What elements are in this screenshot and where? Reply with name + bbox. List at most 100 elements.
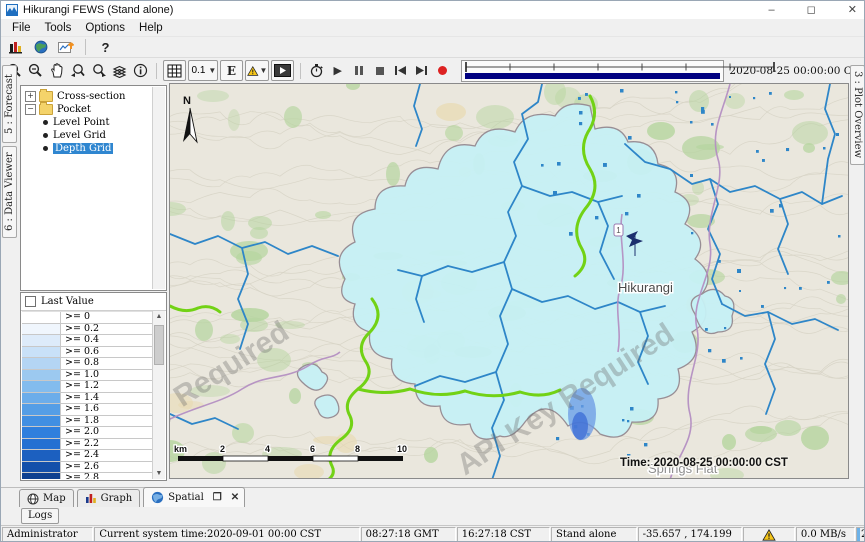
main-toolbar: ?	[1, 36, 865, 57]
node-bullet-icon	[43, 133, 48, 138]
scroll-up-icon[interactable]: ▲	[153, 313, 165, 320]
info-icon	[133, 63, 148, 78]
tree-scrollbar[interactable]	[152, 87, 165, 289]
legend-row[interactable]: >= 1.6	[22, 404, 153, 416]
legend-row[interactable]: >= 2.8	[22, 473, 153, 479]
help-button[interactable]: ?	[95, 38, 116, 57]
database-results-button[interactable]	[5, 38, 26, 57]
last-value-checkbox[interactable]	[25, 296, 36, 307]
close-button[interactable]: ✕	[845, 1, 860, 19]
graph-bars-icon	[85, 493, 97, 504]
stop-button[interactable]	[369, 61, 390, 80]
scroll-down-icon[interactable]: ▼	[153, 470, 165, 477]
record-button[interactable]	[432, 61, 453, 80]
legend-header: Last Value	[21, 293, 166, 311]
skip-start-icon	[394, 65, 407, 76]
legend-class-label: >= 0.6	[61, 347, 99, 358]
svg-text:8: 8	[355, 444, 360, 454]
class-break-dropdown[interactable]: 0.1 ▼	[188, 60, 218, 81]
legend-scrollbar[interactable]: ▲ ▼	[152, 311, 165, 479]
svg-text:N: N	[183, 95, 191, 107]
zoom-next-button[interactable]	[88, 61, 109, 80]
legend-row[interactable]: >= 0	[22, 312, 153, 324]
time-slider-ticks	[462, 61, 778, 73]
map-canvas[interactable]: 1 API Key Required API Key Required Hiku…	[169, 83, 849, 479]
collapse-icon[interactable]: −	[25, 104, 36, 115]
pan-button[interactable]	[46, 61, 67, 80]
longitudinal-profile-button[interactable]: E	[220, 60, 243, 81]
tree-item-pocket[interactable]: − Pocket	[25, 103, 166, 115]
animation-settings-button[interactable]	[306, 61, 327, 80]
menu-options[interactable]: Options	[78, 21, 132, 35]
legend-row[interactable]: >= 2.4	[22, 450, 153, 462]
expand-icon[interactable]: +	[25, 91, 36, 102]
pause-icon	[354, 65, 364, 76]
deep-water-core	[572, 412, 588, 440]
tree-item-cross-section[interactable]: + Cross-section	[25, 90, 166, 102]
zoom-previous-button[interactable]	[67, 61, 88, 80]
zoom-out-button[interactable]	[25, 61, 46, 80]
legend-class-label: >= 1.0	[61, 370, 99, 381]
stop-icon	[375, 66, 385, 76]
float-panel-icon[interactable]: ❐	[213, 492, 222, 503]
thresholds-dropdown[interactable]: ▼	[245, 60, 269, 81]
title-bar: Hikurangi FEWS (Stand alone) – ◻ ✕	[1, 1, 865, 19]
legend-color-swatch	[22, 473, 61, 479]
chevron-down-icon: ▼	[260, 66, 268, 75]
go-to-start-button[interactable]	[390, 61, 411, 80]
toolbar-separator	[156, 63, 157, 79]
legend-row[interactable]: >= 0.8	[22, 358, 153, 370]
play-icon: ▶	[334, 64, 342, 77]
legend-row[interactable]: >= 2.0	[22, 427, 153, 439]
open-map-button[interactable]	[30, 38, 51, 57]
tab-spatial[interactable]: Spatial ❐ ✕	[143, 487, 245, 507]
skip-end-icon	[415, 65, 428, 76]
wireframe-globe-icon	[27, 493, 39, 505]
status-network-rate: 0.0 MB/s	[796, 527, 855, 542]
classbreak-value: 0.1	[191, 65, 205, 76]
minimize-button[interactable]: –	[766, 1, 778, 19]
menu-tools[interactable]: Tools	[38, 21, 79, 35]
status-alerts[interactable]	[743, 527, 795, 542]
go-to-end-button[interactable]	[411, 61, 432, 80]
svg-text:km: km	[174, 444, 187, 454]
tree-item-level-point[interactable]: Level Point	[43, 116, 166, 128]
grid-display-button[interactable]	[163, 60, 186, 81]
info-button[interactable]	[130, 61, 151, 80]
close-panel-icon[interactable]: ✕	[231, 492, 239, 503]
status-bar: Administrator Current system time:2020-0…	[1, 525, 865, 542]
tab-forecast[interactable]: 5 : Forecast	[2, 65, 17, 143]
legend-class-label: >= 1.6	[61, 404, 99, 415]
chevron-down-icon: ▼	[208, 66, 216, 75]
window-title: Hikurangi FEWS (Stand alone)	[23, 4, 173, 16]
tab-map[interactable]: Map	[19, 489, 74, 507]
menu-file[interactable]: File	[5, 21, 38, 35]
legend-class-label: >= 0	[61, 312, 90, 323]
legend-row[interactable]: >= 0.4	[22, 335, 153, 347]
legend-color-swatch	[22, 450, 61, 461]
legend-title: Last Value	[41, 296, 94, 307]
layers-button[interactable]	[109, 61, 130, 80]
tree-item-level-grid[interactable]: Level Grid	[43, 129, 166, 141]
svg-text:10: 10	[397, 444, 407, 454]
grid-icon	[167, 64, 182, 78]
animation-display-button[interactable]	[271, 60, 294, 81]
bottom-tab-strip: Map Graph Spatial ❐ ✕	[1, 487, 865, 507]
tab-graph[interactable]: Graph	[77, 489, 141, 507]
legend-row[interactable]: >= 1.2	[22, 381, 153, 393]
time-slider[interactable]	[461, 60, 724, 82]
scrollbar-thumb[interactable]	[154, 325, 164, 365]
logs-button[interactable]: Logs	[21, 508, 59, 524]
legend-color-swatch	[22, 347, 61, 358]
play-button[interactable]: ▶	[327, 61, 348, 80]
legend-class-label: >= 0.2	[61, 324, 99, 335]
time-slider-range-bar	[465, 73, 720, 79]
status-mode: Stand alone	[551, 527, 637, 542]
pause-button[interactable]	[348, 61, 369, 80]
timeseries-editor-button[interactable]	[55, 38, 76, 57]
tree-item-depth-grid[interactable]: Depth Grid	[43, 142, 166, 154]
tab-plot-overview[interactable]: 3 : Plot Overview	[850, 65, 865, 165]
tab-data-viewer[interactable]: 6 : Data Viewer	[2, 146, 17, 238]
menu-help[interactable]: Help	[132, 21, 170, 35]
maximize-button[interactable]: ◻	[804, 1, 819, 19]
